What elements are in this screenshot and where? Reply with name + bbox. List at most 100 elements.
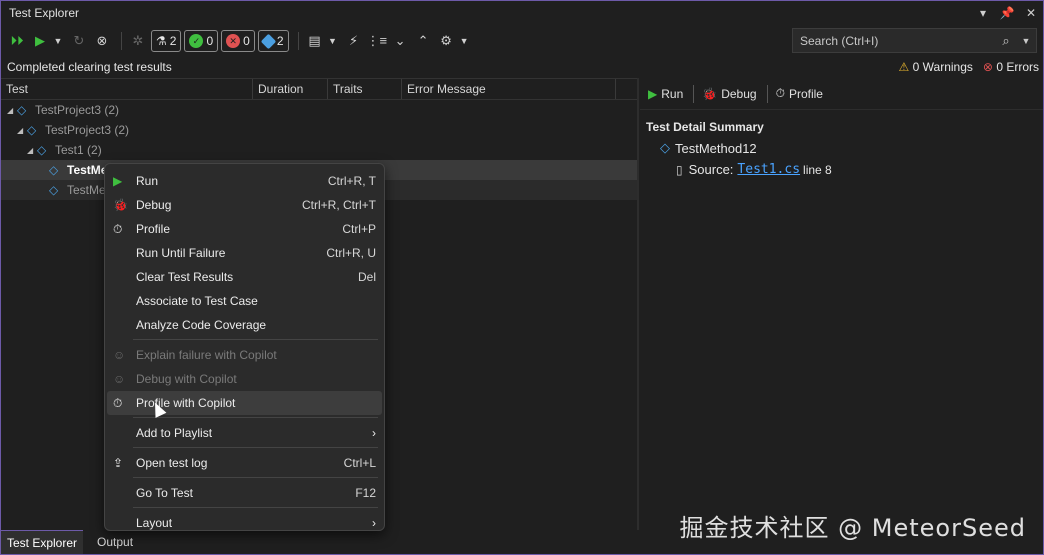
source-label: Source: bbox=[688, 162, 734, 177]
toolbar-divider bbox=[693, 84, 695, 103]
menu-item-layout[interactable]: Layout › bbox=[105, 511, 384, 535]
debug-icon: 🐞 bbox=[113, 198, 128, 212]
pin-icon[interactable]: 📌 bbox=[995, 6, 1019, 20]
toolbar-divider bbox=[297, 32, 299, 50]
panel-splitter[interactable] bbox=[637, 78, 639, 530]
context-menu: ▶ Run Ctrl+R, T 🐞 Debug Ctrl+R, Ctrl+T ⏱ Prof… bbox=[104, 163, 385, 531]
menu-shortcut: Ctrl+L bbox=[343, 456, 376, 470]
toolbar: ⏵⏵ ▶ ▼ ↻ ⊗ ✲ ⚗ 2 ✓ 0 ✕ 0 2 ▤ ▼ ⚡ ⋮≡ ⌄ ⌃ … bbox=[1, 26, 1043, 56]
menu-item-explain-failure-copilot[interactable]: ☺ Explain failure with Copilot bbox=[105, 343, 384, 367]
detail-debug-button[interactable]: 🐞 Debug bbox=[702, 87, 756, 101]
menu-item-run[interactable]: ▶ Run Ctrl+R, T bbox=[105, 169, 384, 193]
menu-label: Debug with Copilot bbox=[136, 372, 237, 386]
menu-item-profile[interactable]: ⏱ Profile Ctrl+P bbox=[105, 217, 384, 241]
menu-separator bbox=[133, 477, 378, 478]
menu-label: Explain failure with Copilot bbox=[136, 348, 277, 362]
search-input[interactable]: Search (Ctrl+I) bbox=[800, 34, 996, 48]
run-label: Run bbox=[661, 86, 684, 101]
watermark: 掘金技术社区 @ MeteorSeed bbox=[679, 514, 1026, 542]
column-header-error-message[interactable]: Error Message bbox=[402, 79, 616, 99]
row-count: (2) bbox=[104, 103, 120, 117]
run-all-icon[interactable]: ⏵⏵ bbox=[7, 30, 27, 52]
passed-tests-filter[interactable]: ✓ 0 bbox=[184, 30, 219, 52]
warnings-text: 0 Warnings bbox=[912, 60, 973, 74]
column-header-duration[interactable]: Duration bbox=[253, 79, 328, 99]
test-detail-panel: ▶ Run 🐞 Debug ⏱ Profile Test Detail Summary… bbox=[640, 78, 1043, 530]
menu-shortcut: Ctrl+R, Ctrl+T bbox=[301, 198, 376, 212]
diamond-icon: ◇ bbox=[27, 123, 37, 137]
repeat-last-run-icon[interactable]: ↻ bbox=[69, 30, 89, 52]
menu-item-profile-copilot[interactable]: ⏱ Profile with Copilot bbox=[107, 391, 382, 415]
tab-test-explorer[interactable]: Test Explorer bbox=[1, 530, 84, 554]
source-file-link[interactable]: Test1.cs bbox=[737, 162, 800, 177]
menu-item-go-to-test[interactable]: Go To Test F12 bbox=[105, 481, 384, 505]
collapse-all-icon[interactable]: ⌃ bbox=[413, 30, 433, 52]
source-line: line 8 bbox=[803, 162, 832, 177]
menu-item-open-test-log[interactable]: ⇪ Open test log Ctrl+L bbox=[105, 451, 384, 475]
method-name: TestMethod12 bbox=[675, 140, 757, 156]
playlist-icon[interactable]: ▤ bbox=[305, 30, 325, 52]
error-icon: ⊗ bbox=[982, 60, 993, 74]
menu-item-clear-test-results[interactable]: Clear Test Results Del bbox=[105, 265, 384, 289]
menu-item-debug[interactable]: 🐞 Debug Ctrl+R, Ctrl+T bbox=[105, 193, 384, 217]
row-label: TestProject3 bbox=[35, 103, 102, 117]
copilot-icon: ☺ bbox=[113, 372, 126, 386]
menu-item-associate-test-case[interactable]: Associate to Test Case bbox=[105, 289, 384, 313]
failed-tests-filter[interactable]: ✕ 0 bbox=[221, 30, 255, 52]
total-tests-filter[interactable]: ⚗ 2 bbox=[151, 30, 182, 52]
menu-item-debug-copilot[interactable]: ☺ Debug with Copilot bbox=[105, 367, 384, 391]
profile-icon: ⏱ bbox=[775, 86, 785, 100]
tree-row-namespace[interactable]: ◢ ◇ TestProject3 (2) bbox=[1, 120, 637, 140]
errors-filter[interactable]: ⊗ 0 Errors bbox=[983, 60, 1039, 74]
cancel-icon[interactable]: ⊗ bbox=[92, 30, 112, 52]
column-header-test[interactable]: Test bbox=[1, 79, 253, 99]
group-by-icon[interactable]: ⋮≡ bbox=[367, 30, 388, 52]
expand-triangle-icon[interactable]: ◢ bbox=[7, 106, 17, 115]
not-run-tests-filter[interactable]: 2 bbox=[257, 30, 289, 52]
chevron-down-icon[interactable]: ▼ bbox=[53, 30, 63, 52]
close-icon[interactable]: ✕ bbox=[1019, 6, 1043, 20]
profile-copilot-icon: ⏱ bbox=[113, 395, 123, 410]
chevron-right-icon: › bbox=[372, 426, 376, 440]
gear-icon[interactable]: ⚙ bbox=[436, 30, 456, 52]
menu-shortcut: Ctrl+R, U bbox=[326, 246, 376, 260]
title-bar: Test Explorer ▾ 📌 ✕ bbox=[1, 1, 1043, 25]
menu-separator bbox=[133, 507, 378, 508]
expand-triangle-icon[interactable]: ◢ bbox=[17, 126, 27, 135]
menu-shortcut: F12 bbox=[355, 486, 376, 500]
expand-triangle-icon[interactable]: ◢ bbox=[27, 146, 37, 155]
passed-count: 0 bbox=[206, 34, 214, 48]
open-log-icon: ⇪ bbox=[113, 456, 124, 470]
search-icon[interactable]: ⌕ bbox=[996, 33, 1016, 49]
menu-item-add-to-playlist[interactable]: Add to Playlist › bbox=[105, 421, 384, 445]
column-header-traits[interactable]: Traits bbox=[328, 79, 402, 99]
window-dropdown-icon[interactable]: ▾ bbox=[971, 6, 995, 20]
menu-shortcut: Del bbox=[357, 270, 376, 284]
check-circle-icon: ✓ bbox=[189, 34, 204, 48]
run-after-build-icon[interactable]: ⚡ bbox=[344, 30, 364, 52]
menu-separator bbox=[133, 339, 378, 340]
tree-row-class[interactable]: ◢ ◇ Test1 (2) bbox=[1, 140, 637, 160]
menu-item-analyze-code-coverage[interactable]: Analyze Code Coverage bbox=[105, 313, 384, 337]
menu-separator bbox=[133, 447, 378, 448]
expand-all-icon[interactable]: ⌄ bbox=[390, 30, 410, 52]
warnings-filter[interactable]: ⚠ 0 Warnings bbox=[899, 60, 973, 74]
menu-shortcut: Ctrl+P bbox=[342, 222, 376, 236]
not-run-count: 2 bbox=[276, 34, 284, 48]
chevron-down-icon[interactable]: ▼ bbox=[1016, 36, 1036, 46]
diamond-icon bbox=[260, 33, 277, 49]
detail-run-button[interactable]: ▶ Run bbox=[648, 87, 683, 101]
menu-item-run-until-failure[interactable]: Run Until Failure Ctrl+R, U bbox=[105, 241, 384, 265]
chevron-down-icon[interactable]: ▼ bbox=[459, 30, 469, 52]
search-box[interactable]: Search (Ctrl+I) ⌕ ▼ bbox=[792, 28, 1037, 53]
debug-disabled-icon[interactable]: ✲ bbox=[128, 30, 148, 52]
menu-label: Clear Test Results bbox=[136, 270, 234, 284]
run-icon[interactable]: ▶ bbox=[30, 30, 50, 52]
menu-label: Profile bbox=[136, 222, 171, 236]
x-circle-icon: ✕ bbox=[226, 34, 241, 48]
toolbar-divider bbox=[121, 32, 122, 50]
chevron-down-icon[interactable]: ▼ bbox=[328, 30, 338, 52]
detail-profile-button[interactable]: ⏱ Profile bbox=[776, 86, 823, 101]
tree-row-project[interactable]: ◢ ◇ TestProject3 (2) bbox=[1, 100, 637, 120]
diamond-icon: ◇ bbox=[37, 143, 47, 157]
